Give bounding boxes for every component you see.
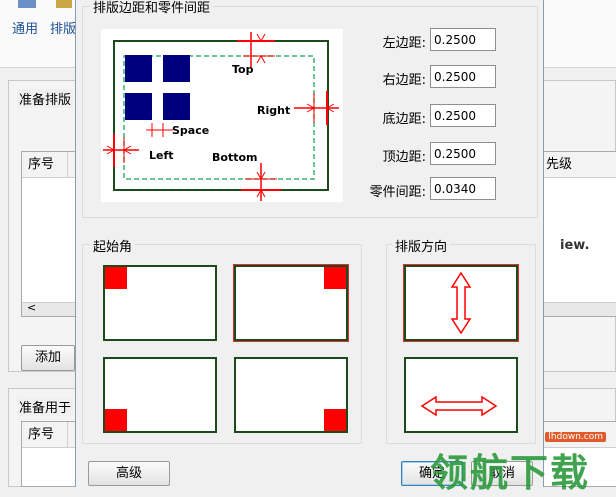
direction-option-vertical[interactable] <box>403 264 519 342</box>
diagram-label-bottom: Bottom <box>212 151 258 164</box>
part-spacing-label: 零件间距: <box>369 185 426 200</box>
bottom-margin-label: 底边距: <box>382 112 426 127</box>
panel-title: 准备排版 <box>17 89 74 108</box>
horizontal-arrow-icon <box>420 395 498 417</box>
toolbar-nest-button[interactable]: 排版 <box>50 18 76 37</box>
column-header-index[interactable]: 序号 <box>22 422 68 448</box>
diagram-label-right: Right <box>257 104 291 117</box>
start-corner-group-title: 起始角 <box>90 236 136 255</box>
corner-option-bottom-left[interactable] <box>103 357 217 433</box>
scroll-left-icon[interactable]: < <box>27 301 36 314</box>
top-margin-input[interactable] <box>430 142 496 165</box>
watermark-site: lhdown.com <box>545 432 606 442</box>
nest-icon <box>56 0 72 8</box>
bottom-margin-input[interactable] <box>430 104 496 127</box>
top-margin-label: 顶边距: <box>382 150 426 165</box>
margin-diagram: Top Right Space Left Bottom <box>101 29 343 202</box>
corner-option-bottom-right[interactable] <box>234 357 348 433</box>
column-header-priority[interactable]: 先级 <box>540 152 616 178</box>
column-header-index[interactable]: 序号 <box>22 152 68 178</box>
panel-title: 准备用于 <box>17 397 74 416</box>
empty-hint-text: iew. <box>560 238 590 253</box>
diagram-label-space: Space <box>172 124 210 137</box>
left-margin-input[interactable] <box>430 28 496 51</box>
margins-group-title: 排版边距和零件间距 <box>90 0 214 16</box>
corner-option-top-left[interactable] <box>103 265 217 341</box>
diagram-label-left: Left <box>149 149 174 162</box>
nest-settings-dialog: 排版边距和零件间距 Top Right Space Left Bottom 左边… <box>75 0 544 487</box>
margin-diagram-graphic <box>103 32 339 201</box>
vertical-arrow-icon <box>450 271 472 335</box>
diagram-label-top: Top <box>232 63 254 76</box>
corner-marker <box>324 267 346 289</box>
watermark-text: 领航下载 <box>430 451 591 495</box>
corner-marker <box>324 409 346 431</box>
direction-option-horizontal[interactable] <box>404 357 518 433</box>
general-icon <box>18 0 36 8</box>
corner-marker <box>105 267 127 289</box>
right-margin-input[interactable] <box>430 65 496 88</box>
toolbar-general-button[interactable]: 通用 <box>12 18 38 37</box>
add-button[interactable]: 添加 <box>21 345 75 371</box>
corner-marker <box>105 409 127 431</box>
left-margin-label: 左边距: <box>382 36 426 51</box>
watermark: lhdown.com 领航下载 <box>430 432 616 495</box>
direction-group-title: 排版方向 <box>392 236 451 255</box>
corner-option-top-right[interactable] <box>233 264 349 342</box>
part-spacing-input[interactable] <box>430 177 496 200</box>
right-margin-label: 右边距: <box>382 73 426 88</box>
advanced-button[interactable]: 高级 <box>88 461 170 486</box>
